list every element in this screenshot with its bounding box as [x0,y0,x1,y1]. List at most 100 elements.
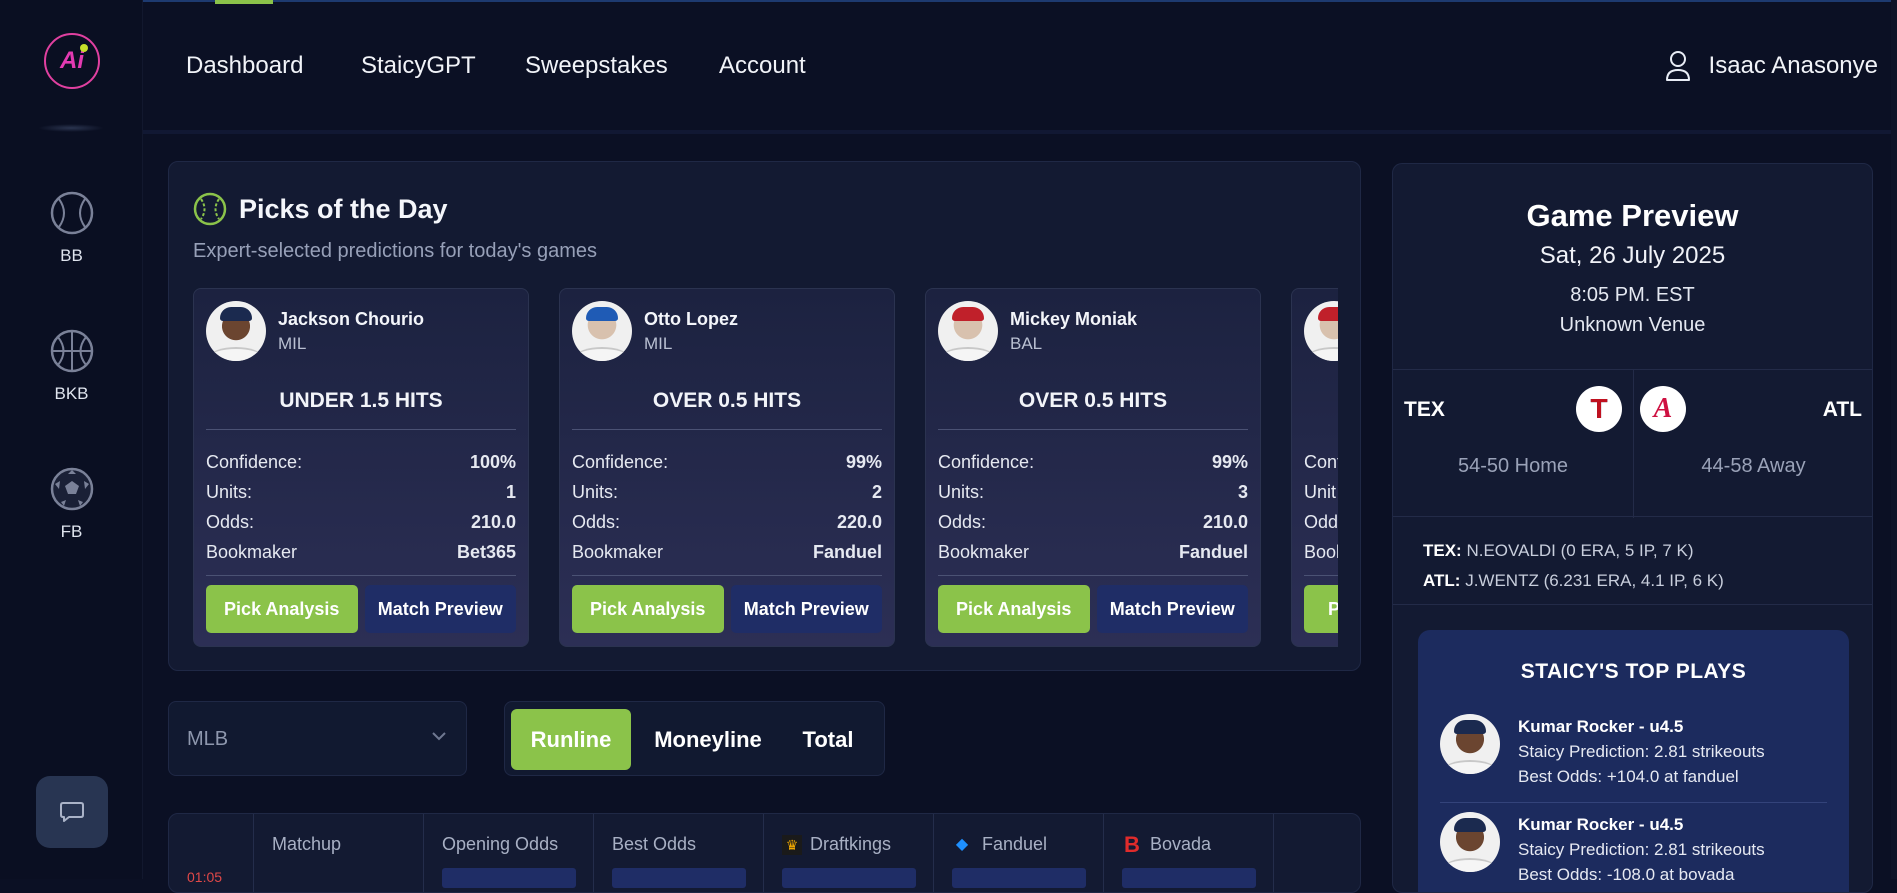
page-scrollbar[interactable] [1891,0,1897,879]
bookmaker-value: Bet365 [456,541,516,562]
league-select-value: MLB [187,728,229,750]
top-play-prediction: Staicy Prediction: 2.81 strikeouts [1518,742,1765,761]
odds-cell[interactable] [1122,868,1256,888]
column-label: Bovada [1150,834,1212,854]
top-plays-title: STAICY'S TOP PLAYS [1520,660,1747,683]
pick-analysis-button[interactable]: Pick Analysis [206,585,358,633]
top-navigation: Dashboard StaicyGPT Sweepstakes Account … [143,0,1897,134]
nav-dashboard[interactable]: Dashboard [186,52,303,80]
top-play-name: Kumar Rocker - u4.5 [1518,815,1684,834]
pick-stats: Conf Unit Odd Book [1304,447,1338,576]
column-header-draftkings: ♛ Draftkings [763,814,933,892]
confidence-value: 99% [845,451,882,472]
match-preview-button[interactable]: Match Preview [364,585,516,633]
top-play-prediction: Staicy Prediction: 2.81 strikeouts [1518,840,1765,859]
pick-analysis-button[interactable]: Pick Analysis [938,585,1090,633]
nav-staicygpt[interactable]: StaicyGPT [361,52,476,80]
player-name: Jackson Chourio [278,308,425,329]
player-name: Mickey Moniak [1010,308,1138,329]
sidebar-item-bb[interactable]: BB [0,190,143,266]
match-preview-button[interactable]: Match Preview [730,585,882,633]
app-logo[interactable]: Ai [44,33,100,89]
tab-moneyline[interactable]: Moneyline [643,709,773,770]
sidebar-item-bkb[interactable]: BKB [0,328,143,404]
top-play-item[interactable]: Kumar Rocker - u4.5 Staicy Prediction: 2… [1440,714,1827,812]
draftkings-icon: ♛ [782,835,802,856]
league-select[interactable]: MLB [168,701,467,776]
tab-runline[interactable]: Runline [511,709,631,770]
pitcher-team: TEX: [1423,541,1462,560]
confidence-label: Confidence: [938,451,1035,472]
team-record: 54-50 Home [1457,455,1569,477]
odds-cell[interactable] [442,868,576,888]
pitcher-line: J.WENTZ (6.231 ERA, 4.1 IP, 6 K) [1465,571,1724,590]
column-header-opening-odds: Opening Odds [423,814,593,892]
odds-cell[interactable] [952,868,1086,888]
player-avatar [206,301,266,361]
sidebar: Ai BB BKB FB [0,0,143,879]
pick-card: Otto Lopez MIL OVER 0.5 HITS Confidence:… [559,288,895,647]
pick-analysis-button[interactable]: P [1304,585,1338,633]
bookmaker-label: Bookmaker [572,541,664,562]
column-label: Best Odds [612,834,697,854]
sidebar-item-fb[interactable]: FB [0,466,143,542]
column-header-fanduel: ◆ Fanduel [933,814,1103,892]
pick-stats: Confidence: 99% Units: 3 Odds: 210.0 Bookma… [938,447,1248,576]
units-label: Units: [938,481,985,502]
column-label: Opening Odds [442,834,559,854]
user-menu[interactable]: Isaac Anasonye [1665,50,1878,82]
match-preview-button[interactable]: Match Preview [1096,585,1248,633]
probable-pitchers: TEX: N.EOVALDI (0 ERA, 5 IP, 7 K) ATL: J… [1423,536,1724,596]
bookmaker-label: Bookmaker [938,541,1030,562]
odds-label: Odd [1304,511,1338,532]
confidence-value: 100% [469,451,516,472]
picks-panel: Picks of the Day Expert-selected predict… [168,161,1361,671]
player-avatar [1304,301,1338,361]
picks-title: Picks of the Day [239,193,448,224]
divider [1440,802,1827,803]
player-header [1304,301,1338,361]
units-label: Units: [572,481,619,502]
baseball-icon [50,191,93,235]
sidebar-item-label: BKB [54,384,89,403]
top-play-item[interactable]: Kumar Rocker - u4.5 Staicy Prediction: 2… [1440,812,1827,892]
pick-analysis-button[interactable]: Pick Analysis [572,585,724,633]
units-label: Units: [206,481,253,502]
top-play-odds-label: Best Odds: [1518,865,1603,884]
rangers-logo-icon: T [1576,386,1622,432]
top-play-odds-label: Best Odds: [1518,767,1603,786]
odds-cell[interactable] [782,868,916,888]
confidence-label: Conf [1304,451,1338,472]
pick-stats: Confidence: 100% Units: 1 Odds: 210.0 Bookm… [206,447,516,576]
confidence-label: Confidence: [206,451,303,472]
picks-subtitle: Expert-selected predictions for today's … [193,240,598,262]
team-abbr: TEX [1404,398,1445,421]
odds-label: Odds: [572,511,621,532]
player-header: Jackson Chourio MIL [206,301,424,361]
nav-sweepstakes[interactable]: Sweepstakes [525,52,668,80]
chat-icon [60,802,84,822]
basketball-icon [50,329,93,373]
nav-account[interactable]: Account [719,52,806,80]
chat-button[interactable] [36,776,108,848]
sidebar-item-label: FB [60,522,83,541]
odds-value: 220.0 [836,511,882,532]
bookmaker-value: Fanduel [812,541,882,562]
column-header-bovada: B Bovada [1103,814,1273,892]
odds-cell[interactable] [612,868,746,888]
team-matchup: TEX T 54-50 Home A ATL 44-58 Away [1393,369,1872,518]
fanduel-icon: ◆ [955,836,969,854]
picks-carousel[interactable]: Jackson Chourio MIL UNDER 1.5 HITS Confi… [193,288,1338,648]
chevron-down-icon [432,732,446,741]
market-toggle: Runline Moneyline Total [504,701,885,776]
odds-value: 210.0 [470,511,516,532]
confidence-label: Confidence: [572,451,669,472]
pick-selection: OVER 0.5 HITS [938,389,1248,430]
game-preview-title: Game Preview [1526,198,1739,233]
player-avatar [938,301,998,361]
tab-total[interactable]: Total [783,709,873,770]
team-logo-letter: T [1590,393,1608,424]
column-label: Matchup [272,834,342,854]
divider [1393,604,1872,605]
soccer-ball-icon [50,467,93,511]
